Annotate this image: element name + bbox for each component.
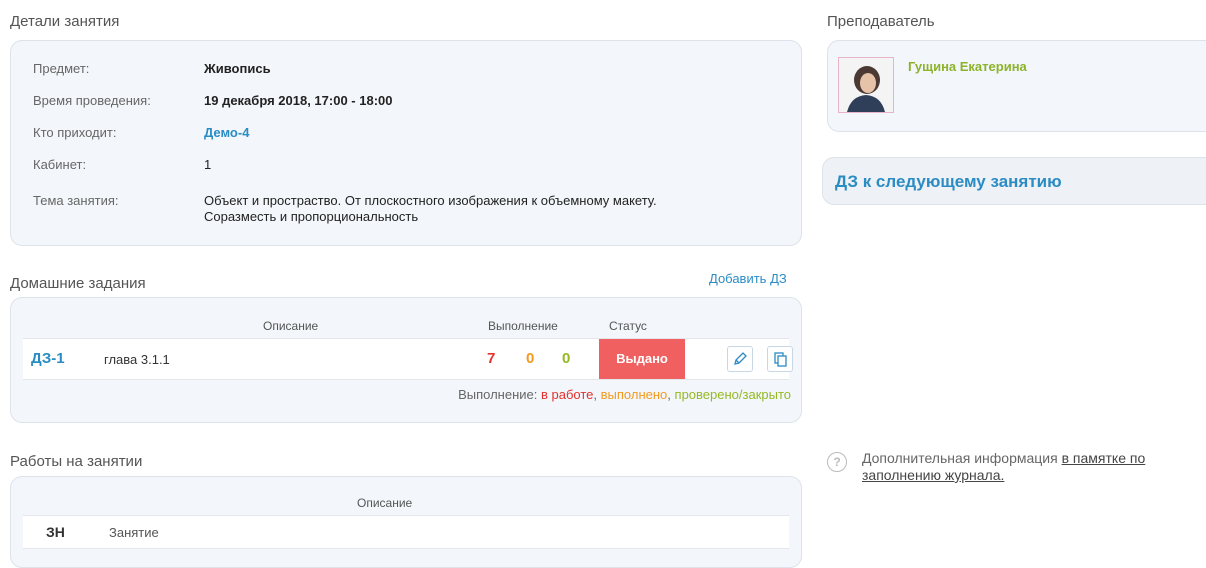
- homework-card: Описание Выполнение Статус ДЗ-1 глава 3.…: [10, 297, 802, 423]
- class-work-description: Занятие: [109, 525, 159, 540]
- table-row[interactable]: ДЗ-1 глава 3.1.1 7 0 0 Выдано: [23, 338, 793, 380]
- col-completion: Выполнение: [488, 319, 558, 333]
- attendees-label: Кто приходит:: [33, 125, 117, 140]
- add-homework-link[interactable]: Добавить ДЗ: [709, 271, 787, 286]
- legend-checked: проверено/закрыто: [674, 387, 791, 402]
- homework-description: глава 3.1.1: [104, 352, 170, 367]
- legend-in-progress: в работе: [540, 387, 594, 402]
- subject-value: Живопись: [204, 61, 271, 76]
- room-value: 1: [204, 157, 212, 172]
- time-label: Время проведения:: [33, 93, 151, 108]
- edit-button[interactable]: [727, 346, 753, 372]
- legend-done: выполнено: [600, 387, 668, 402]
- teacher-title: Преподаватель: [827, 13, 935, 30]
- subject-label: Предмет:: [33, 61, 90, 76]
- completion-in-progress-count: 7: [487, 350, 496, 367]
- pencil-icon: [734, 352, 747, 365]
- question-icon: ?: [827, 452, 847, 472]
- next-homework-title[interactable]: ДЗ к следующему занятию: [835, 172, 1062, 192]
- homework-title: Домашние задания: [10, 275, 146, 292]
- next-homework-card[interactable]: ДЗ к следующему занятию: [822, 157, 1206, 205]
- legend-prefix: Выполнение:: [458, 387, 538, 402]
- completion-checked-count: 0: [562, 350, 571, 367]
- class-work-code: ЗН: [46, 524, 65, 540]
- time-value: 19 декабря 2018, 17:00 - 18:00: [204, 93, 393, 108]
- avatar[interactable]: [838, 57, 894, 113]
- attendees-link[interactable]: Демо-4: [204, 125, 249, 140]
- topic-value-line2: Соразместь и пропорциональность: [204, 209, 419, 224]
- copy-button[interactable]: [767, 346, 793, 372]
- info-text-block: Дополнительная информация в памятке по з…: [862, 450, 1145, 484]
- teacher-name[interactable]: Гущина Екатерина: [908, 59, 1027, 74]
- table-row[interactable]: ЗН Занятие: [23, 515, 789, 549]
- room-label: Кабинет:: [33, 157, 87, 172]
- class-work-title: Работы на занятии: [10, 453, 143, 470]
- lesson-details-card: Предмет: Живопись Время проведения: 19 д…: [10, 40, 802, 246]
- lesson-details-title: Детали занятия: [10, 13, 120, 30]
- memo-link-line2[interactable]: заполнению журнала.: [862, 467, 1004, 483]
- memo-link-line1[interactable]: в памятке по: [1062, 450, 1146, 466]
- info-text: Дополнительная информация: [862, 450, 1058, 466]
- class-work-col-description: Описание: [357, 496, 413, 510]
- topic-value-line1: Объект и простраство. От плоскостного из…: [204, 193, 657, 208]
- col-description: Описание: [263, 319, 319, 333]
- status-badge: Выдано: [599, 339, 685, 379]
- legend-sep-2: ,: [667, 387, 671, 402]
- completion-done-count: 0: [526, 350, 535, 367]
- copy-icon: [774, 352, 787, 367]
- homework-id-link[interactable]: ДЗ-1: [31, 350, 65, 367]
- completion-legend: Выполнение: в работе, выполнено, провере…: [458, 387, 791, 402]
- topic-label: Тема занятия:: [33, 193, 119, 208]
- col-status: Статус: [609, 319, 647, 333]
- teacher-card: Гущина Екатерина: [827, 40, 1206, 132]
- legend-sep-1: ,: [593, 387, 598, 402]
- class-work-card: Описание ЗН Занятие: [10, 476, 802, 568]
